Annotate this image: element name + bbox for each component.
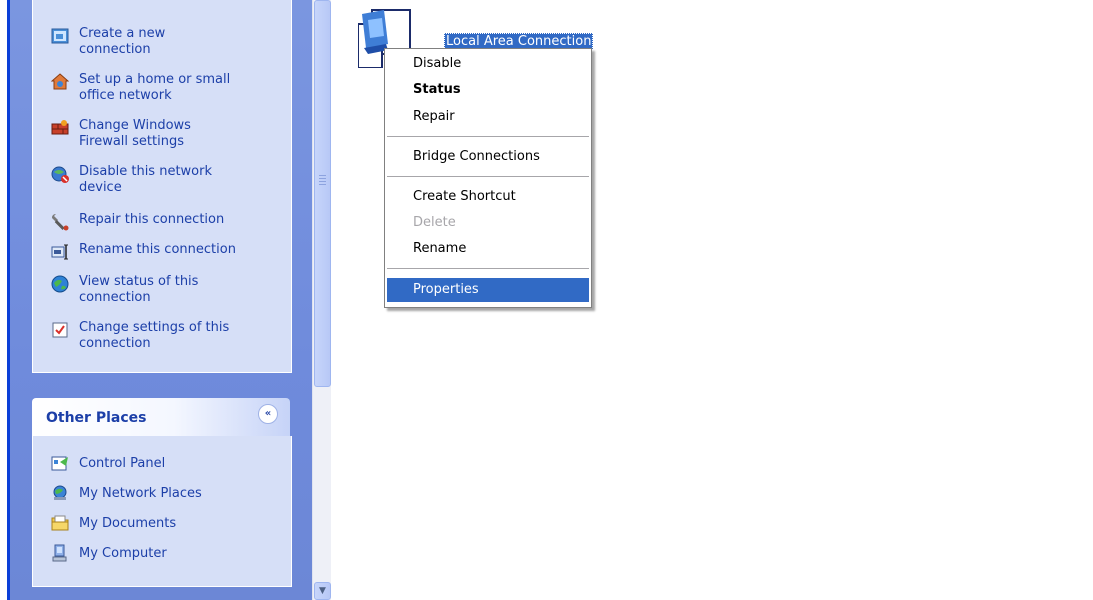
task-disable-device[interactable]: Disable this network device: [51, 164, 212, 196]
menu-item-repair[interactable]: Repair: [387, 105, 589, 129]
menu-item-bridge-connections[interactable]: Bridge Connections: [387, 145, 589, 169]
network-places-icon: [53, 485, 67, 500]
scroll-down-arrow-icon[interactable]: ▼: [314, 582, 331, 600]
rename-icon: [51, 244, 68, 260]
disable-device-icon: [51, 166, 69, 183]
menu-item-status[interactable]: Status: [387, 78, 589, 102]
place-control-panel[interactable]: Control Panel: [51, 454, 165, 472]
task-label: Change Windows: [79, 118, 191, 133]
network-tasks-box: Create a new connection Set up a home or…: [32, 0, 292, 373]
task-pane: Create a new connection Set up a home or…: [10, 0, 312, 600]
task-label: Disable this network: [79, 164, 213, 179]
task-label: Set up a home or small: [79, 72, 231, 87]
place-my-computer[interactable]: My Computer: [51, 544, 167, 562]
task-label: Create a new: [79, 26, 166, 41]
task-label: device: [79, 180, 122, 195]
task-firewall[interactable]: Change Windows Firewall settings: [51, 118, 191, 150]
other-places-header[interactable]: Other Places «: [32, 398, 290, 436]
task-label: connection: [79, 336, 151, 351]
control-panel-icon: [51, 456, 68, 471]
task-label: office network: [79, 88, 172, 103]
scrollbar-thumb[interactable]: [314, 0, 331, 387]
place-my-documents[interactable]: My Documents: [51, 514, 176, 532]
grip-line: [319, 184, 326, 185]
wrench-icon: [52, 214, 69, 231]
folder-icon: [51, 515, 69, 531]
other-places-box: Control Panel My Network Places My Docum…: [32, 436, 292, 587]
menu-separator: [387, 136, 589, 137]
settings-icon: [52, 322, 68, 338]
task-home-network[interactable]: Set up a home or small office network: [51, 72, 230, 104]
menu-item-disable[interactable]: Disable: [387, 52, 589, 76]
task-repair-connection[interactable]: Repair this connection: [51, 212, 224, 231]
firewall-icon: [51, 120, 69, 135]
place-label: My Network Places: [79, 485, 202, 501]
task-change-settings[interactable]: Change settings of this connection: [51, 320, 229, 352]
place-label: My Documents: [79, 515, 177, 531]
task-rename-connection[interactable]: Rename this connection: [51, 242, 236, 261]
status-icon: [51, 275, 69, 293]
menu-separator: [387, 268, 589, 269]
new-connection-icon: [51, 28, 69, 44]
task-label: connection: [79, 42, 151, 57]
grip-line: [319, 178, 326, 179]
grip-line: [319, 181, 326, 182]
task-view-status[interactable]: View status of this connection: [51, 274, 198, 306]
task-label: Change settings of this: [79, 320, 230, 335]
place-network-places[interactable]: My Network Places: [51, 484, 202, 502]
menu-separator: [387, 176, 589, 177]
place-label: Control Panel: [79, 455, 166, 471]
task-label: Rename this connection: [79, 242, 236, 257]
menu-item-delete: Delete: [413, 215, 456, 230]
other-places-title: Other Places: [46, 410, 147, 426]
menu-item-rename[interactable]: Rename: [387, 237, 589, 261]
context-menu: Disable Status Repair Bridge Connections…: [384, 48, 592, 308]
menu-item-create-shortcut[interactable]: Create Shortcut: [387, 185, 589, 209]
place-label: My Computer: [79, 545, 167, 561]
task-label: connection: [79, 290, 151, 305]
task-label: Firewall settings: [79, 134, 184, 149]
home-network-icon: [51, 73, 69, 90]
task-create-connection[interactable]: Create a new connection: [51, 26, 165, 58]
collapse-chevron-icon[interactable]: «: [258, 404, 278, 424]
grip-line: [319, 175, 326, 176]
menu-item-properties[interactable]: Properties: [387, 278, 589, 302]
window-left-border: [0, 0, 10, 600]
vertical-scrollbar[interactable]: ▼: [312, 0, 331, 600]
task-label: View status of this: [79, 274, 199, 289]
task-label: Repair this connection: [79, 212, 225, 227]
computer-icon: [52, 544, 67, 562]
